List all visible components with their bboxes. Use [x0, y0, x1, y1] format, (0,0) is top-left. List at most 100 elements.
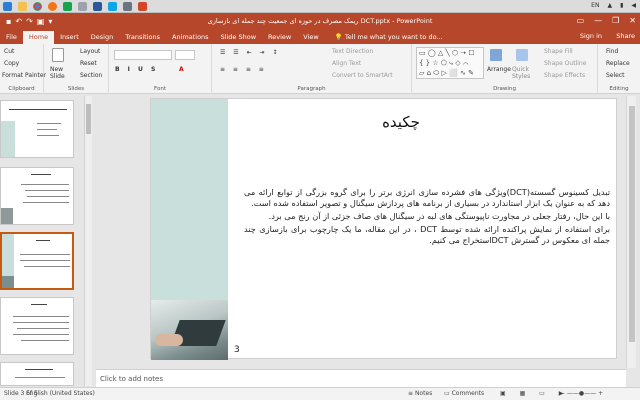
- sign-in-link[interactable]: Sign in: [580, 32, 602, 40]
- minimize-icon[interactable]: —: [594, 16, 602, 25]
- close-icon[interactable]: ✕: [629, 16, 636, 25]
- notes-pane[interactable]: Click to add notes: [96, 369, 626, 387]
- slide-scrollbar[interactable]: [626, 96, 636, 368]
- body-paragraph-3: برای استفاده از نمایش پراکنده ارائه شده …: [244, 224, 610, 245]
- language-status[interactable]: English (United States): [26, 390, 95, 397]
- thumbnails-scrollbar[interactable]: [84, 96, 92, 386]
- font-group: B I U S A Font: [109, 44, 212, 94]
- notes-toggle[interactable]: ≡ Notes: [408, 390, 432, 397]
- editing-label: Editing: [609, 86, 629, 92]
- editing-group: Find Replace Select Editing: [598, 44, 640, 94]
- slide-thumbnail-1[interactable]: [0, 100, 74, 158]
- status-bar: Slide 3 of 5 English (United States) ≡ N…: [0, 387, 640, 400]
- chevron-up-icon[interactable]: ▲: [607, 2, 612, 9]
- laptop-photo[interactable]: [151, 300, 228, 360]
- tell-me-search[interactable]: 💡 Tell me what you want to do...: [335, 31, 443, 44]
- reset-button[interactable]: Reset: [80, 60, 97, 67]
- arrange-icon[interactable]: [490, 49, 502, 61]
- clipboard-group: Cut Copy Format Painter Clipboard: [0, 44, 46, 94]
- find-button[interactable]: Find: [606, 48, 618, 55]
- new-slide-button[interactable]: New Slide: [50, 66, 68, 80]
- firefox-icon[interactable]: [48, 1, 57, 11]
- powerpoint-icon[interactable]: [138, 1, 147, 11]
- folder-icon[interactable]: [18, 1, 27, 11]
- tab-design[interactable]: Design: [85, 31, 119, 44]
- slide-thumbnail-4[interactable]: [0, 297, 74, 355]
- new-slide-icon[interactable]: [52, 48, 64, 62]
- system-tray: EN ▲ ▮ ◀: [591, 2, 636, 9]
- slide-body-text[interactable]: تبدیل کسینوس گسسته(DCT)ویژگی های فشرده س…: [244, 187, 610, 248]
- maximize-icon[interactable]: ❐: [612, 16, 619, 25]
- media-icon[interactable]: [108, 1, 117, 11]
- language-indicator[interactable]: EN: [591, 2, 599, 9]
- comments-toggle[interactable]: ▭ Comments: [444, 390, 484, 397]
- slide-thumbnail-5[interactable]: [0, 362, 74, 386]
- arrange-button[interactable]: Arrange: [487, 66, 511, 73]
- word-icon[interactable]: [93, 1, 102, 11]
- paragraph-group: ☰ ☰ ⇤ ⇥ ↕ ≡ ≡ ≡ ≡ Text Direction Align T…: [212, 44, 412, 94]
- zoom-slider[interactable]: − ——●—— +: [560, 390, 603, 397]
- align-text-button[interactable]: Align Text: [332, 60, 361, 67]
- section-button[interactable]: Section: [80, 72, 102, 79]
- layout-button[interactable]: Layout: [80, 48, 100, 55]
- list-buttons[interactable]: ☰ ☰ ⇤ ⇥ ↕: [220, 49, 280, 56]
- shield-icon[interactable]: [63, 1, 72, 11]
- os-taskbar: EN ▲ ▮ ◀: [0, 0, 640, 13]
- tab-home[interactable]: Home: [22, 31, 55, 44]
- font-color-icon[interactable]: A: [179, 66, 184, 73]
- slide-canvas[interactable]: چکیده تبدیل کسینوس گسسته(DCT)ویژگی های ف…: [150, 98, 617, 360]
- drawing-group: ▭ ◯ △ ╲ ⬡ ➝ ☐{ } ☆ ⬠ ⤷ ◇ ⌒ ▱ ⌂ ⬭ ▷ ⬜ ∿ ✎ …: [412, 44, 598, 94]
- slide-page-number: 3: [234, 345, 240, 355]
- network-icon[interactable]: ▮: [620, 2, 623, 9]
- slide-accent-band: [151, 99, 228, 300]
- convert-smartart-button[interactable]: Convert to SmartArt: [332, 72, 393, 79]
- slide-thumbnail-2[interactable]: [0, 167, 74, 225]
- quick-styles-icon[interactable]: [516, 49, 528, 61]
- share-button[interactable]: Share: [616, 32, 635, 40]
- slide-scroll-thumb[interactable]: [629, 106, 635, 342]
- font-label: Font: [154, 86, 166, 92]
- shapes-gallery[interactable]: ▭ ◯ △ ╲ ⬡ ➝ ☐{ } ☆ ⬠ ⤷ ◇ ⌒ ▱ ⌂ ⬭ ▷ ⬜ ∿ ✎: [416, 47, 484, 79]
- chrome-icon[interactable]: [33, 1, 42, 11]
- text-direction-button[interactable]: Text Direction: [332, 48, 373, 55]
- slide-title[interactable]: چکیده: [351, 113, 451, 131]
- cut-button[interactable]: Cut: [4, 48, 14, 55]
- start-icon[interactable]: [3, 1, 12, 11]
- select-button[interactable]: Select: [606, 72, 625, 79]
- ribbon-display-icon[interactable]: ▭: [577, 16, 585, 25]
- font-formatting-buttons[interactable]: B I U S: [115, 66, 158, 73]
- thumbnails-scroll-thumb[interactable]: [86, 104, 91, 134]
- shape-outline-button[interactable]: Shape Outline: [544, 60, 586, 67]
- store-icon[interactable]: [123, 1, 132, 11]
- slides-group: New Slide Layout Reset Section Slides: [44, 44, 109, 94]
- tab-review[interactable]: Review: [262, 31, 297, 44]
- tab-transitions[interactable]: Transitions: [119, 31, 166, 44]
- paragraph-label: Paragraph: [297, 86, 326, 92]
- shape-effects-button[interactable]: Shape Effects: [544, 72, 585, 79]
- shape-fill-button[interactable]: Shape Fill: [544, 48, 573, 55]
- tab-file[interactable]: File: [0, 31, 23, 44]
- tab-insert[interactable]: Insert: [54, 31, 85, 44]
- tab-slide-show[interactable]: Slide Show: [215, 31, 262, 44]
- font-size-combo[interactable]: [175, 50, 195, 60]
- drawing-label: Drawing: [493, 86, 516, 92]
- volume-icon[interactable]: ◀: [631, 2, 636, 9]
- window-controls: ▭ — ❐ ✕: [577, 16, 636, 25]
- tab-view[interactable]: View: [297, 31, 324, 44]
- format-painter-button[interactable]: Format Painter: [2, 72, 46, 79]
- comment-icon: ▭: [444, 390, 452, 397]
- view-buttons[interactable]: ▣ ▦ ▭ ▶: [500, 390, 569, 397]
- tab-animations[interactable]: Animations: [166, 31, 215, 44]
- body-paragraph-2: با این حال، رفتار جعلی در مجاورت ناپیوست…: [268, 211, 610, 221]
- align-buttons[interactable]: ≡ ≡ ≡ ≡: [220, 66, 267, 73]
- hand-shape: [155, 334, 183, 346]
- window-icon[interactable]: [78, 1, 87, 11]
- quick-styles-button[interactable]: Quick Styles: [512, 66, 532, 80]
- font-name-combo[interactable]: [114, 50, 172, 60]
- slide-thumbnail-3[interactable]: [0, 232, 74, 290]
- copy-button[interactable]: Copy: [4, 60, 19, 67]
- clipboard-label: Clipboard: [8, 86, 35, 92]
- ribbon-tabs: File Home Insert Design Transitions Anim…: [0, 30, 640, 44]
- slide-thumbnails-pane: [0, 95, 96, 387]
- replace-button[interactable]: Replace: [606, 60, 630, 67]
